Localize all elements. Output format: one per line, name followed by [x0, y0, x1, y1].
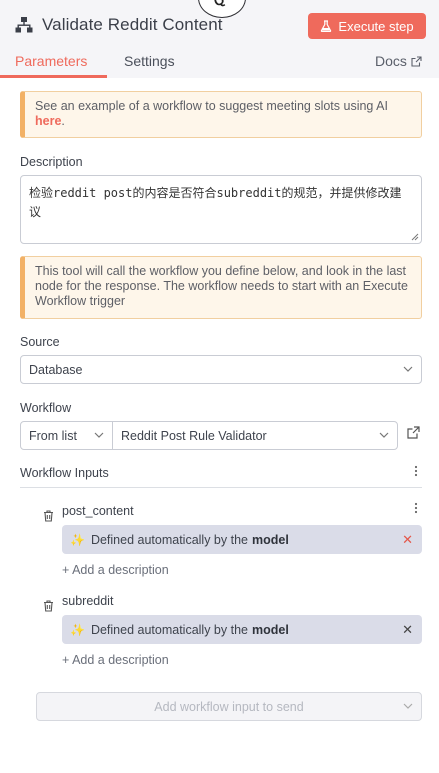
sparkle-icon: ✨ — [70, 532, 85, 547]
auto-defined-field[interactable]: ✨ Defined automatically by the model ✕ — [62, 615, 422, 644]
auto-defined-field[interactable]: ✨ Defined automatically by the model ✕ — [62, 525, 422, 554]
flask-icon — [321, 20, 332, 32]
workflow-select[interactable]: Reddit Post Rule Validator — [112, 421, 398, 450]
input-name-subreddit: subreddit — [62, 594, 114, 608]
chevron-down-icon — [379, 432, 389, 438]
divider — [20, 487, 422, 488]
description-value: 检验reddit post的内容是否符合subreddit的规范，并提供修改建议 — [29, 186, 402, 219]
trash-icon[interactable] — [43, 510, 54, 522]
auto-defined-model: model — [251, 532, 289, 547]
add-description-link[interactable]: + Add a description — [62, 653, 169, 667]
source-select[interactable]: Database — [20, 355, 422, 384]
chevron-down-icon — [403, 703, 413, 709]
input-name-post-content: post_content — [62, 504, 134, 518]
external-link-icon — [411, 55, 422, 67]
tool-notice-text: This tool will call the workflow you def… — [35, 264, 408, 308]
description-textarea[interactable]: 检验reddit post的内容是否符合subreddit的规范，并提供修改建议 — [20, 175, 422, 244]
workflow-mode-value: From list — [29, 428, 77, 443]
sitemap-icon — [15, 17, 33, 33]
docs-label: Docs — [375, 53, 407, 69]
chevron-down-icon — [403, 366, 413, 372]
execute-step-label: Execute step — [338, 18, 414, 34]
resize-handle-icon[interactable] — [411, 233, 419, 241]
trash-icon[interactable] — [43, 600, 54, 612]
close-icon[interactable]: ✕ — [402, 623, 413, 636]
add-description-link[interactable]: + Add a description — [62, 563, 169, 577]
workflow-mode-select[interactable]: From list — [20, 421, 113, 450]
example-notice: See an example of a workflow to suggest … — [20, 91, 422, 138]
example-here-link[interactable]: here — [35, 114, 61, 128]
execute-step-button[interactable]: Execute step — [308, 13, 426, 39]
example-notice-text: See an example of a workflow to suggest … — [35, 99, 388, 113]
more-options-icon[interactable] — [414, 502, 418, 514]
open-workflow-icon[interactable] — [407, 426, 420, 439]
tool-notice: This tool will call the workflow you def… — [20, 256, 422, 319]
add-workflow-input-placeholder: Add workflow input to send — [154, 699, 304, 714]
add-workflow-input-select[interactable]: Add workflow input to send — [36, 692, 422, 721]
workflow-label: Workflow — [20, 401, 72, 415]
close-icon[interactable]: ✕ — [402, 533, 413, 546]
docs-link[interactable]: Docs — [375, 53, 422, 69]
tab-parameters[interactable]: Parameters — [15, 53, 87, 69]
auto-defined-text: Defined automatically by the — [90, 532, 248, 547]
tab-settings[interactable]: Settings — [124, 53, 175, 69]
page-title: Validate Reddit Content — [42, 15, 223, 34]
source-value: Database — [29, 362, 83, 377]
workflow-value: Reddit Post Rule Validator — [121, 428, 267, 443]
sparkle-icon: ✨ — [70, 622, 85, 637]
active-tab-indicator — [0, 75, 107, 78]
floating-badge-text: Q — [211, 0, 227, 10]
description-label: Description — [20, 155, 83, 169]
chevron-down-icon — [94, 432, 104, 438]
source-label: Source — [20, 335, 60, 349]
workflow-inputs-title: Workflow Inputs — [20, 466, 109, 480]
auto-defined-text: Defined automatically by the — [90, 622, 248, 637]
auto-defined-model: model — [251, 622, 289, 637]
example-notice-suffix: . — [61, 114, 65, 128]
more-options-icon[interactable] — [414, 465, 418, 477]
